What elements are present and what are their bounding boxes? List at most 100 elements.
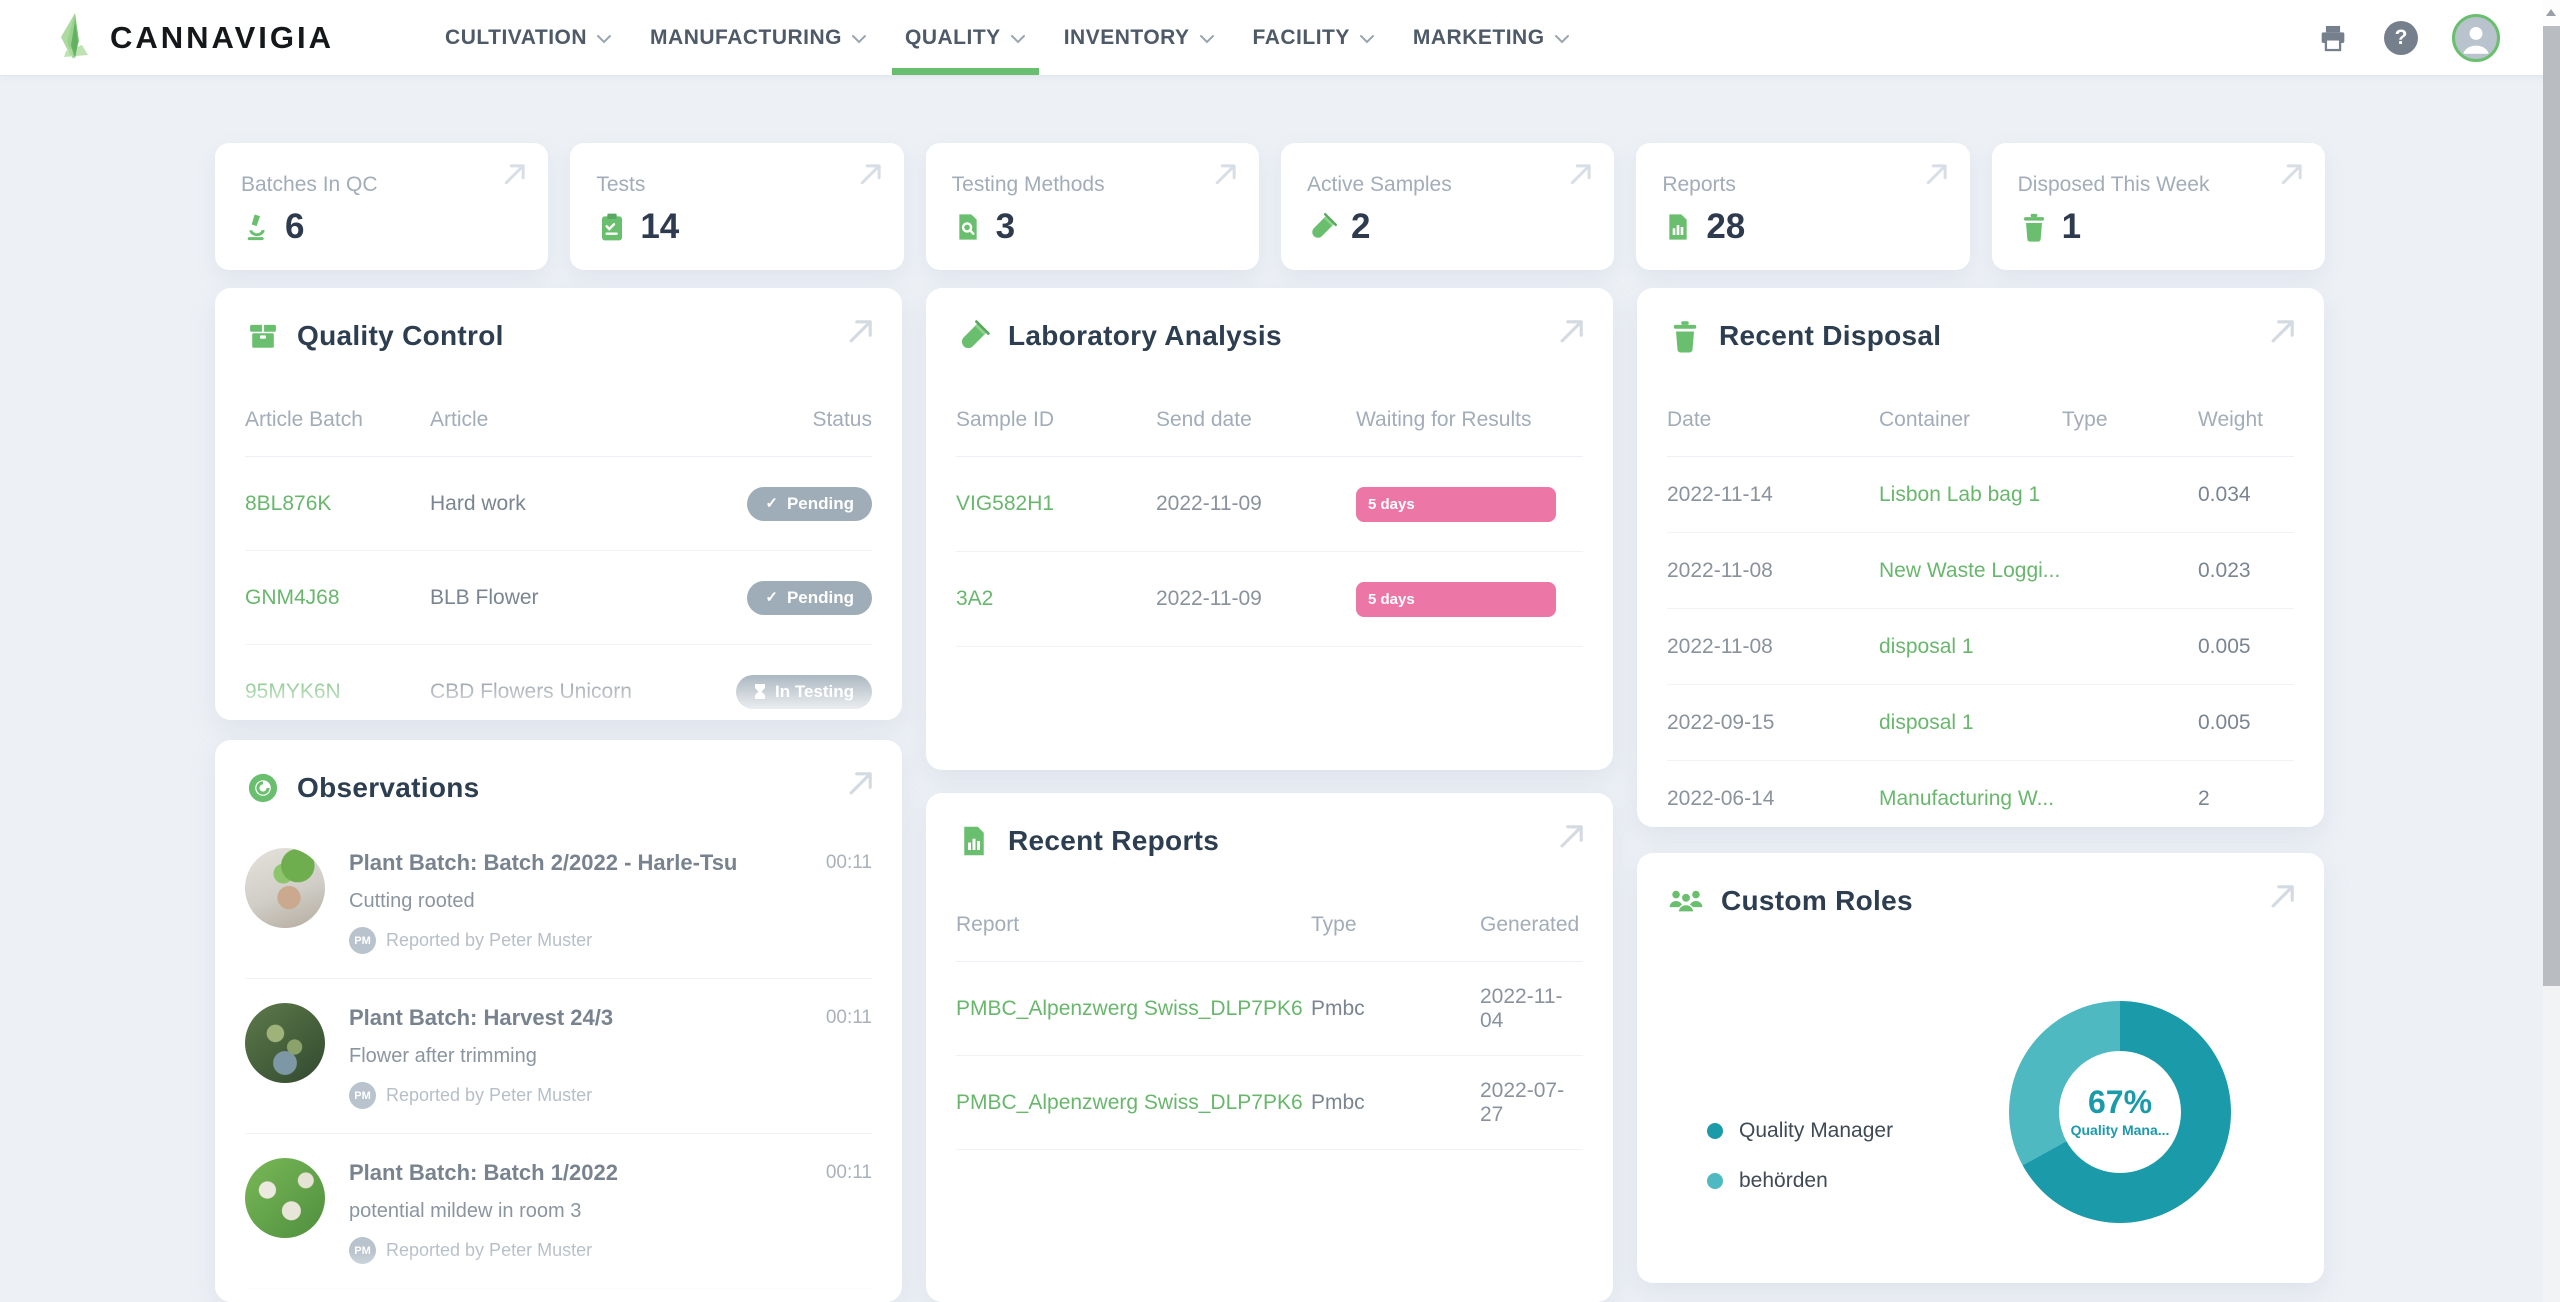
stat-label: Tests: [596, 173, 645, 197]
observation-title: Plant Batch: Batch 2/2022 - Harle-Tsu: [349, 850, 802, 876]
article-batch-link[interactable]: GNM4J68: [245, 586, 430, 610]
legend-item: behörden: [1707, 1169, 1893, 1193]
observation-item[interactable]: Plant Batch: Batch 1/2022 potential mild…: [245, 1134, 872, 1289]
table-row: 95MYK6N CBD Flowers Unicorn In Testing: [245, 645, 872, 720]
sample-id-link[interactable]: 3A2: [956, 587, 1156, 611]
observation-item[interactable]: Plant Batch: Harvest 24/3 Flower after t…: [245, 979, 872, 1134]
open-link-icon[interactable]: [1555, 819, 1589, 853]
waiting-days-badge: 5 days: [1356, 582, 1556, 617]
table-header: Sample ID Send date Waiting for Results: [956, 384, 1583, 457]
table-row: 3A2 2022-11-09 5 days: [956, 552, 1583, 647]
legend-swatch: [1707, 1173, 1723, 1189]
table-row: 8BL876K Hard work ✓Pending: [245, 457, 872, 551]
observation-photo: [245, 1158, 325, 1238]
custom-roles-card: Custom Roles Quality Manager behörden 67…: [1637, 853, 2324, 1283]
column-header: Sample ID: [956, 408, 1156, 432]
quality-control-card: Quality Control Article Batch Article St…: [215, 288, 902, 720]
stat-card-active-samples: Active Samples 2: [1281, 143, 1614, 270]
report-link[interactable]: PMBC_Alpenzwerg Swiss_DLP7PK6: [956, 997, 1311, 1021]
stat-label: Active Samples: [1307, 173, 1452, 197]
table-row: 2022-06-14 Manufacturing W... 2: [1667, 761, 2294, 827]
container-link[interactable]: disposal 1: [1879, 711, 2062, 735]
observation-note: potential mildew in room 3: [349, 1200, 802, 1223]
nav-item-inventory[interactable]: INVENTORY: [1045, 0, 1234, 75]
stats-row: Batches In QC 6 Tests: [215, 143, 2325, 270]
help-button[interactable]: ?: [2384, 21, 2418, 55]
generated-cell: 2022-07-27: [1480, 1079, 1583, 1127]
chevron-down-icon: [1199, 34, 1215, 44]
stat-value: 28: [1706, 207, 1745, 247]
open-link-icon[interactable]: [2266, 314, 2300, 348]
date-cell: 2022-09-15: [1667, 711, 1879, 735]
check-icon: ✓: [765, 496, 778, 511]
scrollbar-up-button[interactable]: [2543, 0, 2560, 26]
legend-label: behörden: [1739, 1169, 1828, 1193]
page-scrollbar[interactable]: [2543, 0, 2560, 1302]
observation-time: 00:11: [826, 1158, 872, 1264]
open-link-icon[interactable]: [844, 766, 878, 800]
stat-card-tests: Tests 14: [570, 143, 903, 270]
article-batch-link[interactable]: 8BL876K: [245, 492, 430, 516]
user-menu-button[interactable]: [2452, 14, 2500, 62]
chevron-down-icon: [596, 34, 612, 44]
date-cell: 2022-11-08: [1667, 635, 1879, 659]
open-link-icon[interactable]: [1566, 159, 1596, 189]
stat-value: 1: [2062, 207, 2081, 247]
container-link[interactable]: New Waste Loggi...: [1879, 559, 2062, 583]
sample-id-link[interactable]: VIG582H1: [956, 492, 1156, 516]
roles-donut-chart: 67% Quality Mana...: [2009, 1001, 2231, 1223]
open-link-icon[interactable]: [1211, 159, 1241, 189]
column-header: Report: [956, 913, 1311, 937]
nav-item-manufacturing[interactable]: MANUFACTURING: [631, 0, 886, 75]
open-link-icon[interactable]: [500, 159, 530, 189]
observation-item[interactable]: Plant Batch: Batch 2/2022 - Harle-Tsu Cu…: [245, 824, 872, 979]
open-link-icon[interactable]: [1555, 314, 1589, 348]
open-link-icon[interactable]: [844, 314, 878, 348]
report-link[interactable]: PMBC_Alpenzwerg Swiss_DLP7PK6: [956, 1091, 1311, 1115]
article-cell: Hard work: [430, 492, 722, 516]
container-link[interactable]: Manufacturing W...: [1879, 787, 2062, 811]
nav-label: CULTIVATION: [445, 26, 587, 50]
observation-time: 00:11: [826, 1003, 872, 1109]
donut-center-label: Quality Mana...: [2071, 1122, 2170, 1138]
nav-item-quality[interactable]: QUALITY: [886, 0, 1045, 75]
table-row: PMBC_Alpenzwerg Swiss_DLP7PK6 Pmbc 2022-…: [956, 962, 1583, 1056]
document-chart-icon: [1662, 211, 1694, 243]
nav-item-cultivation[interactable]: CULTIVATION: [426, 0, 631, 75]
status-badge: ✓Pending: [747, 487, 872, 521]
article-batch-link[interactable]: 95MYK6N: [245, 680, 430, 704]
print-button[interactable]: [2316, 21, 2350, 55]
help-icon: ?: [2384, 21, 2418, 55]
chevron-down-icon: [1554, 34, 1570, 44]
trash-icon: [2018, 211, 2050, 243]
container-link[interactable]: disposal 1: [1879, 635, 2062, 659]
stat-value: 14: [640, 207, 679, 247]
weight-cell: 0.023: [2198, 559, 2294, 583]
open-link-icon[interactable]: [2277, 159, 2307, 189]
card-title: Recent Disposal: [1719, 320, 1941, 352]
users-icon: [1667, 883, 1705, 919]
nav-item-marketing[interactable]: MARKETING: [1394, 0, 1589, 75]
table-row: 2022-11-08 disposal 1 0.005: [1667, 609, 2294, 685]
recent-reports-card: Recent Reports Report Type Generated PMB…: [926, 793, 1613, 1302]
observation-note: Flower after trimming: [349, 1045, 802, 1068]
column-header: Article: [430, 408, 812, 432]
brand-logo[interactable]: CANNAVIGIA: [52, 11, 334, 65]
column-header: Send date: [1156, 408, 1356, 432]
legend-item: Quality Manager: [1707, 1119, 1893, 1143]
open-link-icon[interactable]: [2266, 879, 2300, 913]
stat-value: 3: [996, 207, 1015, 247]
chart-legend: Quality Manager behörden: [1707, 1119, 1893, 1193]
stat-value: 6: [285, 207, 304, 247]
nav-item-facility[interactable]: FACILITY: [1234, 0, 1394, 75]
column-header: Date: [1667, 408, 1879, 432]
open-link-icon[interactable]: [1922, 159, 1952, 189]
container-link[interactable]: Lisbon Lab bag 1: [1879, 483, 2062, 507]
user-avatar: [2452, 14, 2500, 62]
open-link-icon[interactable]: [856, 159, 886, 189]
weight-cell: 2: [2198, 787, 2294, 811]
scrollbar-thumb[interactable]: [2543, 26, 2560, 986]
main-menu: CULTIVATION MANUFACTURING QUALITY INVENT…: [426, 0, 1589, 75]
observation-item[interactable]: Plant Batch: PB-B166ER 2022-11-09: [245, 1289, 872, 1302]
table-header: Article Batch Article Status: [245, 384, 872, 457]
